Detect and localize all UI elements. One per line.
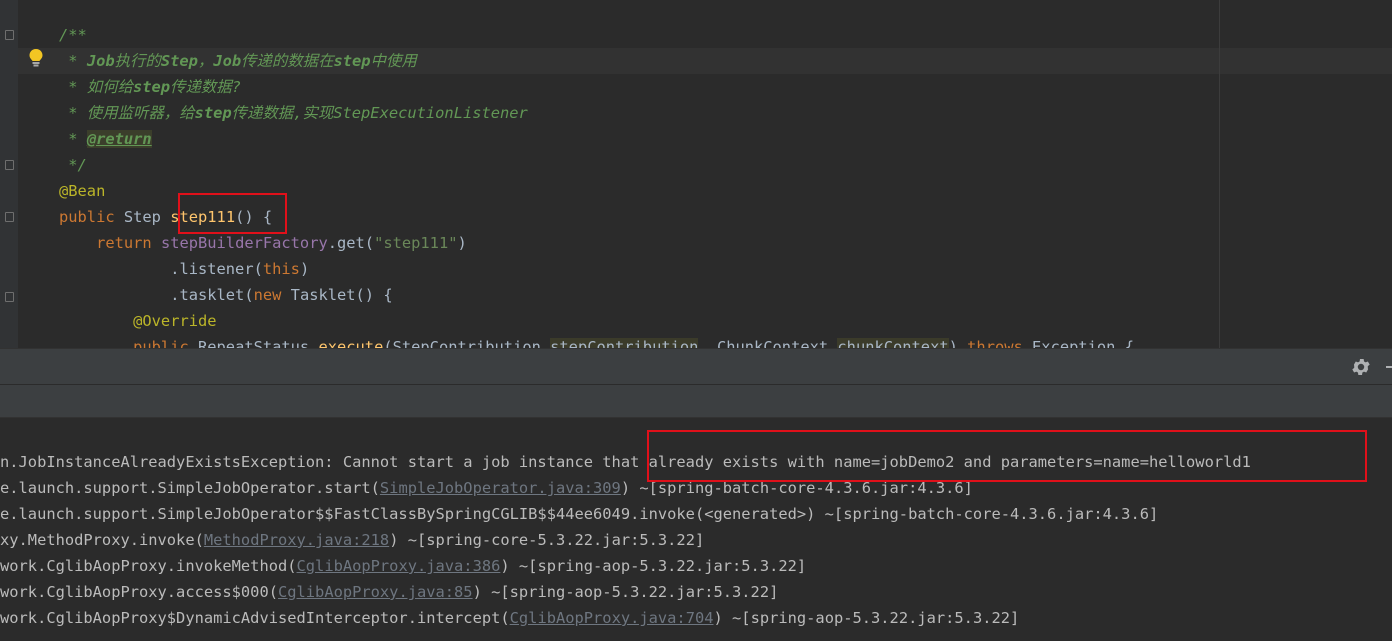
lightbulb-icon[interactable] — [28, 48, 44, 68]
console-text: ) ~[spring-batch-core-4.3.6.jar:4.3.6] — [620, 479, 973, 497]
right-margin-guide — [1219, 0, 1220, 348]
code-token: Job — [86, 52, 115, 70]
code-line[interactable]: */ — [59, 152, 87, 178]
code-token: 传递的数据在 — [241, 52, 334, 70]
code-token: 传递数据,实现StepExecutionListener — [231, 104, 528, 122]
code-token: Exception { — [1032, 338, 1134, 348]
code-line[interactable]: * @return — [59, 126, 152, 152]
code-token: stepContribution — [550, 338, 699, 348]
code-editor[interactable]: /** * Job执行的Step，Job传递的数据在step中使用 * 如何给s… — [0, 0, 1392, 348]
console-line[interactable]: work.CglibAopProxy$DynamicAdvisedInterce… — [0, 605, 1019, 631]
console-line[interactable]: n.JobInstanceAlreadyExistsException: Can… — [0, 449, 1251, 475]
fold-marker-icon[interactable] — [5, 212, 14, 222]
code-token: new — [253, 286, 291, 304]
gear-icon[interactable] — [1350, 356, 1372, 378]
code-token: * 使用监听器，给 — [59, 104, 195, 122]
console-text: work.CglibAopProxy.invokeMethod( — [0, 557, 297, 575]
console-text: e.launch.support.SimpleJobOperator$$Fast… — [0, 505, 1159, 523]
minimize-icon[interactable] — [1386, 366, 1392, 368]
code-token: Step — [160, 52, 198, 70]
code-token: ) — [299, 260, 310, 278]
code-token: Job — [213, 52, 242, 70]
code-token: 执行的 — [114, 52, 161, 70]
console-text: ) ~[spring-core-5.3.22.jar:5.3.22] — [389, 531, 705, 549]
console-text: work.CglibAopProxy$DynamicAdvisedInterce… — [0, 609, 510, 627]
code-token: * — [59, 130, 87, 148]
code-line[interactable]: public Step step111() { — [59, 204, 272, 230]
code-token: step111 — [170, 208, 236, 226]
code-line[interactable]: return stepBuilderFactory.get("step111") — [59, 230, 467, 256]
code-token: public — [59, 338, 198, 348]
code-token: chunkContext — [837, 338, 949, 348]
code-token: */ — [59, 156, 87, 174]
fold-marker-icon[interactable] — [5, 292, 14, 302]
editor-gutter[interactable] — [0, 0, 18, 348]
code-line[interactable]: * Job执行的Step，Job传递的数据在step中使用 — [59, 48, 417, 74]
console-line[interactable]: e.launch.support.SimpleJobOperator.start… — [0, 475, 973, 501]
stacktrace-source-link[interactable]: MethodProxy.java:218 — [204, 531, 389, 549]
stacktrace-source-link[interactable]: SimpleJobOperator.java:309 — [380, 479, 621, 497]
fold-marker-icon[interactable] — [5, 30, 14, 40]
console-text: ) ~[spring-aop-5.3.22.jar:5.3.22] — [713, 609, 1020, 627]
code-token: ， — [197, 52, 214, 70]
code-line[interactable]: .tasklet(new Tasklet() { — [59, 282, 393, 308]
code-token: 传递数据? — [170, 78, 241, 96]
code-token: () { — [235, 208, 273, 226]
code-token: @Bean — [59, 182, 106, 200]
run-panel-toolbar — [0, 384, 1392, 418]
fold-marker-icon[interactable] — [5, 160, 14, 170]
stacktrace-source-link[interactable]: CglibAopProxy.java:85 — [278, 583, 473, 601]
code-token: step — [333, 52, 371, 70]
code-token: .listener( — [59, 260, 263, 278]
code-line[interactable]: * 使用监听器，给step传递数据,实现StepExecutionListene… — [59, 100, 528, 126]
console-text: xy.MethodProxy.invoke( — [0, 531, 204, 549]
console-line[interactable]: xy.MethodProxy.invoke(MethodProxy.java:2… — [0, 527, 704, 553]
code-token: step — [194, 104, 232, 122]
code-line[interactable]: * 如何给step传递数据? — [59, 74, 241, 100]
code-token: * 如何给 — [59, 78, 133, 96]
console-text: ) ~[spring-aop-5.3.22.jar:5.3.22] — [500, 557, 807, 575]
code-token: @return — [86, 130, 152, 148]
stacktrace-source-link[interactable]: CglibAopProxy.java:704 — [510, 609, 714, 627]
console-line[interactable]: e.launch.support.SimpleJobOperator$$Fast… — [0, 501, 1158, 527]
code-token: "step111" — [374, 234, 458, 252]
code-token: return — [59, 234, 161, 252]
code-line[interactable]: @Override — [59, 308, 217, 334]
code-token: ) — [457, 234, 467, 252]
code-token: step — [132, 78, 171, 96]
code-token: public — [59, 208, 124, 226]
code-token: RepeatStatus — [198, 338, 319, 348]
code-token: execute — [318, 338, 384, 348]
code-token: * — [59, 52, 87, 70]
run-panel-header — [0, 348, 1392, 384]
code-token: (StepContribution — [383, 338, 551, 348]
console-output[interactable]: n.JobInstanceAlreadyExistsException: Can… — [0, 418, 1392, 641]
code-token: ) — [948, 338, 968, 348]
code-token: /** — [59, 26, 87, 44]
console-text: work.CglibAopProxy.access$000( — [0, 583, 278, 601]
code-token: Step — [123, 208, 171, 226]
code-token: @Override — [59, 312, 217, 330]
code-token: stepBuilderFactory — [160, 234, 328, 252]
console-line[interactable]: work.CglibAopProxy.access$000(CglibAopPr… — [0, 579, 778, 605]
code-token: 中使用 — [370, 52, 417, 70]
code-token: , ChunkContext — [698, 338, 838, 348]
code-token: this — [262, 260, 300, 278]
code-token: Tasklet() { — [290, 286, 393, 304]
code-token: .tasklet( — [59, 286, 254, 304]
code-line[interactable]: /** — [59, 22, 87, 48]
console-line[interactable]: work.CglibAopProxy.invokeMethod(CglibAop… — [0, 553, 806, 579]
code-token: .get( — [327, 234, 375, 252]
console-text: n.JobInstanceAlreadyExistsException: Can… — [0, 453, 1251, 471]
console-text: ) ~[spring-aop-5.3.22.jar:5.3.22] — [472, 583, 779, 601]
console-text: e.launch.support.SimpleJobOperator.start… — [0, 479, 380, 497]
code-line[interactable]: public RepeatStatus execute(StepContribu… — [59, 334, 1134, 348]
code-line[interactable]: @Bean — [59, 178, 105, 204]
code-token: throws — [967, 338, 1033, 348]
code-line[interactable]: .listener(this) — [59, 256, 309, 282]
stacktrace-source-link[interactable]: CglibAopProxy.java:386 — [297, 557, 501, 575]
